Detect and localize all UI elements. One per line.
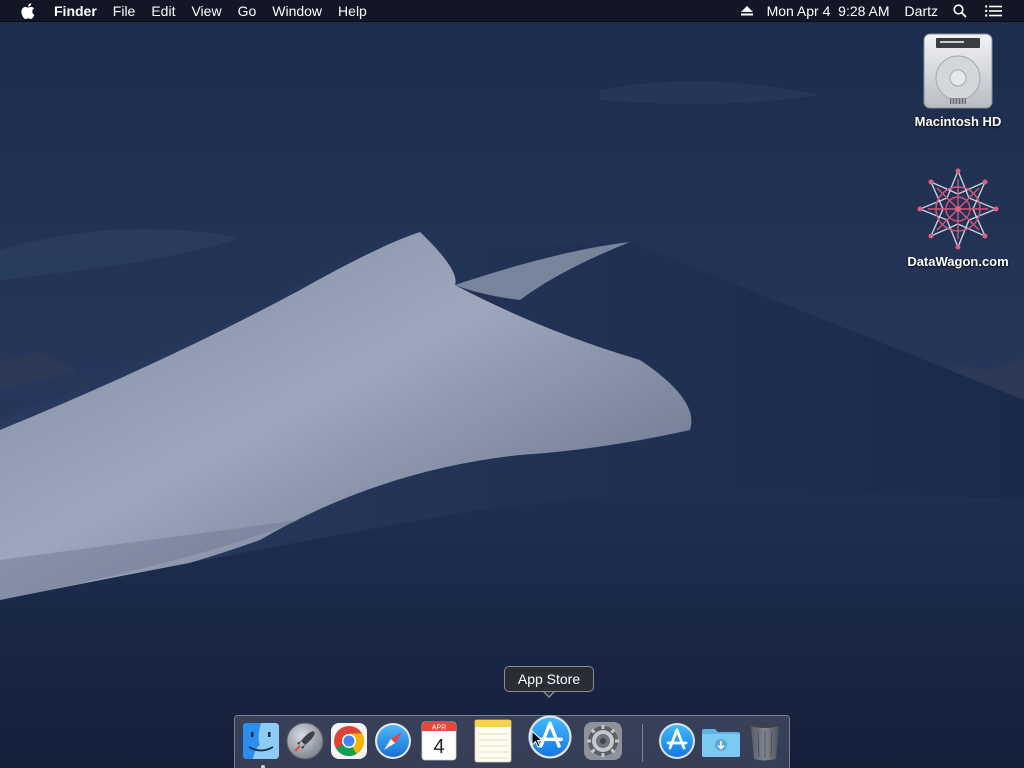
dock-divider — [642, 724, 643, 762]
dock-item-trash[interactable] — [743, 719, 787, 763]
apple-menu-icon[interactable] — [20, 2, 36, 20]
menu-file[interactable]: File — [105, 0, 144, 22]
menu-edit[interactable]: Edit — [143, 0, 183, 22]
menubar-clock[interactable]: Mon Apr 4 9:28 AM — [767, 0, 890, 22]
menu-help[interactable]: Help — [330, 0, 375, 22]
desktop-icon-label: Macintosh HD — [914, 114, 1002, 129]
dock-item-downloads[interactable] — [699, 719, 743, 763]
menu-window[interactable]: Window — [264, 0, 330, 22]
mouse-cursor-icon — [531, 730, 543, 748]
hard-drive-icon — [923, 33, 993, 109]
desktop-icon-macintosh-hd[interactable]: Macintosh HD — [898, 32, 1018, 129]
downloads-folder-icon — [702, 729, 740, 757]
applications-stack-icon — [659, 723, 695, 759]
calendar-icon: APR 4 — [421, 721, 457, 761]
menu-finder[interactable]: Finder — [54, 0, 105, 22]
dock-item-chrome[interactable] — [327, 719, 371, 763]
finder-icon — [243, 723, 279, 759]
safari-icon — [375, 723, 411, 759]
desktop-icon-datawagon[interactable]: DataWagon.com — [898, 168, 1018, 269]
menu-go[interactable]: Go — [230, 0, 265, 22]
menu-bar: Finder File Edit View Go Window Help Mon… — [0, 0, 1024, 22]
desktop-icon-label: DataWagon.com — [907, 254, 1009, 269]
launchpad-icon — [286, 722, 324, 760]
dock-tooltip: App Store — [504, 666, 594, 692]
notification-center-icon[interactable] — [984, 0, 1002, 22]
calendar-month: APR — [432, 725, 446, 732]
desktop-wallpaper — [0, 0, 1024, 768]
trash-icon — [751, 723, 779, 761]
spotlight-search-icon[interactable] — [952, 0, 968, 22]
system-preferences-icon — [584, 722, 622, 760]
dock-item-system-preferences[interactable] — [581, 719, 625, 763]
dock: APR 4 — [234, 715, 790, 768]
menu-view[interactable]: View — [183, 0, 229, 22]
calendar-day: 4 — [433, 736, 444, 758]
chrome-icon — [331, 723, 367, 759]
dock-item-calendar[interactable]: APR 4 — [417, 719, 461, 763]
eject-icon[interactable] — [739, 0, 755, 22]
dock-item-launchpad[interactable] — [283, 719, 327, 763]
dock-item-safari[interactable] — [371, 719, 415, 763]
dock-item-applications[interactable] — [655, 719, 699, 763]
menubar-user[interactable]: Dartz — [905, 0, 938, 22]
dock-item-notes[interactable] — [471, 719, 515, 763]
datawagon-logo-icon — [917, 168, 999, 250]
notes-icon — [474, 719, 512, 763]
dock-item-finder[interactable] — [239, 719, 283, 768]
